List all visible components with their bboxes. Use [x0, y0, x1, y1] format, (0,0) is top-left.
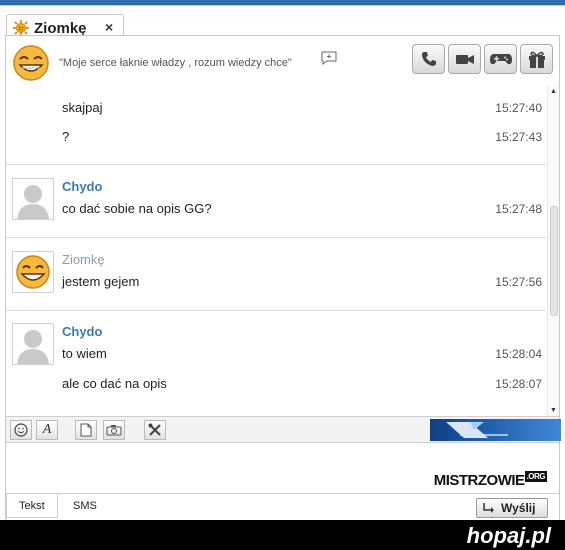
message-time: 15:27:56: [495, 275, 542, 289]
font-button[interactable]: A: [36, 420, 58, 440]
tools-button[interactable]: [144, 420, 166, 440]
tools-icon: [148, 423, 161, 436]
message-input[interactable]: MISTRZOWIE .ORG: [6, 443, 559, 493]
send-label: Wyślij: [501, 501, 536, 515]
gift-icon: [528, 51, 545, 68]
message-sender[interactable]: Chydo: [62, 179, 102, 194]
person-placeholder-icon: [17, 185, 49, 219]
emoticon-icon: [14, 423, 28, 437]
gift-button[interactable]: [520, 44, 553, 74]
games-button[interactable]: [484, 44, 517, 74]
message-text: co dać sobie na opis GG?: [62, 201, 212, 216]
tab-text[interactable]: Tekst: [6, 494, 58, 518]
add-status-label: +: [326, 52, 331, 62]
message-text: ?: [62, 129, 70, 144]
send-button[interactable]: Wyślij: [476, 498, 548, 518]
scroll-up-icon[interactable]: ▲: [550, 88, 557, 95]
phone-icon: [421, 52, 436, 66]
contact-header: "Moje serce łaknie władzy , rozum wiedzy…: [6, 36, 559, 86]
format-toolbar: A: [6, 416, 561, 443]
footer-brand: hopaj.pl: [466, 523, 551, 548]
watermark-main: MISTRZOWIE: [433, 472, 525, 489]
avatar[interactable]: [12, 251, 54, 293]
message-text: to wiem: [62, 346, 107, 361]
message-sender[interactable]: Chydo: [62, 324, 102, 339]
message-sender[interactable]: Ziomkę: [62, 252, 105, 267]
message-text: jestem gejem: [62, 274, 140, 289]
ad-banner[interactable]: [430, 419, 561, 441]
message-time: 15:27:43: [495, 130, 542, 144]
message-divider: [6, 164, 546, 165]
add-status-icon[interactable]: +: [320, 51, 338, 65]
video-camera-icon: [455, 55, 474, 64]
scrollbar-thumb[interactable]: [550, 206, 558, 316]
avatar[interactable]: [12, 178, 54, 220]
send-photo-button[interactable]: [103, 420, 125, 440]
message-text: ale co dać na opis: [62, 376, 167, 391]
chat-scrollbar[interactable]: ▲ ▼: [547, 86, 559, 416]
smiley-avatar-icon: [16, 255, 50, 289]
tab-sms[interactable]: SMS: [61, 494, 109, 518]
message-time: 15:28:07: [495, 377, 542, 391]
site-footer: hopaj.pl: [0, 520, 565, 550]
font-icon: A: [42, 422, 52, 437]
message-time: 15:28:04: [495, 347, 542, 361]
tab-strip: Ziomkę ×: [0, 6, 565, 42]
camera-icon: [106, 425, 122, 436]
send-arrow-icon: [483, 503, 494, 513]
person-placeholder-icon: [17, 330, 49, 364]
message-history[interactable]: skajpaj 15:27:40 ? 15:27:43 Chydo co dać…: [6, 86, 559, 416]
message-divider: [6, 310, 546, 311]
message-time: 15:27:48: [495, 202, 542, 216]
file-icon: [80, 423, 92, 437]
watermark-logo: MISTRZOWIE .ORG: [433, 471, 547, 489]
message-text: skajpaj: [62, 100, 103, 115]
video-call-button[interactable]: [448, 44, 481, 74]
gamepad-icon: [489, 54, 512, 65]
send-file-button[interactable]: [75, 420, 97, 440]
sun-icon: [13, 20, 29, 36]
bottom-bar: Tekst SMS Wyślij: [6, 493, 559, 520]
emoticons-button[interactable]: [10, 420, 32, 440]
banner-logo-icon: [446, 422, 508, 438]
message-time: 15:27:40: [495, 101, 542, 115]
avatar[interactable]: [12, 323, 54, 365]
close-icon[interactable]: ×: [105, 19, 113, 35]
smiley-avatar-icon: [13, 45, 49, 81]
voice-call-button[interactable]: [412, 44, 445, 74]
chat-window: "Moje serce łaknie władzy , rozum wiedzy…: [5, 35, 561, 520]
watermark-suffix: .ORG: [524, 471, 547, 482]
message-divider: [6, 237, 546, 238]
scroll-down-icon[interactable]: ▼: [550, 407, 557, 414]
status-description: "Moje serce łaknie władzy , rozum wiedzy…: [59, 57, 292, 69]
